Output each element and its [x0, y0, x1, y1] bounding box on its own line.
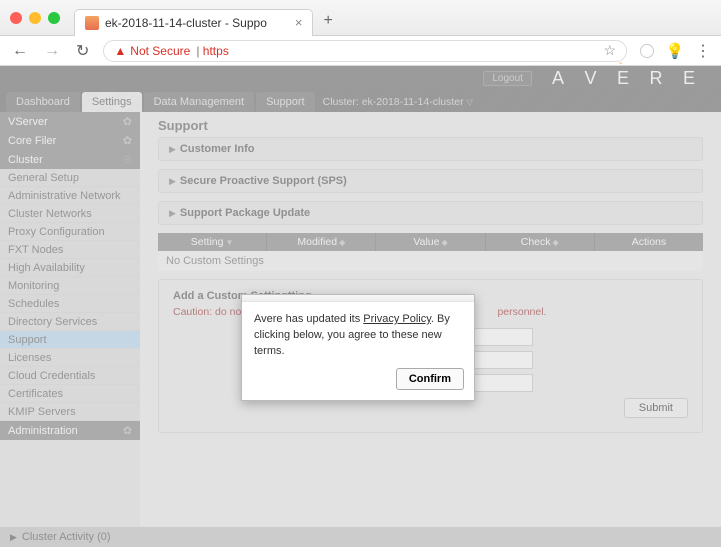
modal-header: [242, 295, 474, 302]
bookmark-star-icon[interactable]: ☆: [603, 42, 616, 59]
back-button[interactable]: ←: [10, 40, 30, 62]
favicon: [85, 16, 99, 30]
not-secure-label: Not Secure: [130, 44, 190, 58]
browser-tab[interactable]: ek-2018-11-14-cluster - Suppo ×: [74, 9, 313, 36]
maximize-window[interactable]: [48, 12, 60, 24]
warning-icon: ▲: [114, 44, 126, 58]
new-tab-button[interactable]: +: [323, 12, 332, 30]
reload-button[interactable]: ↻: [74, 39, 91, 63]
minimize-window[interactable]: [29, 12, 41, 24]
forward-button[interactable]: →: [42, 40, 62, 62]
tab-title: ek-2018-11-14-cluster - Suppo: [105, 16, 267, 30]
window-chrome: ek-2018-11-14-cluster - Suppo × +: [0, 0, 721, 36]
menu-dots-icon[interactable]: ⋮: [695, 43, 711, 59]
privacy-modal: Avere has updated its Privacy Policy. By…: [241, 294, 475, 401]
confirm-button[interactable]: Confirm: [396, 368, 464, 390]
privacy-policy-link[interactable]: Privacy Policy: [363, 313, 431, 325]
address-bar: ← → ↻ ▲ Not Secure | https ☆ 💡 ⋮: [0, 36, 721, 66]
url-field[interactable]: ▲ Not Secure | https ☆: [103, 40, 627, 62]
url-scheme: https: [203, 44, 229, 58]
close-window[interactable]: [10, 12, 22, 24]
app-viewport: Logout A V E R E Dashboard Settings Data…: [0, 66, 721, 547]
traffic-lights: [10, 12, 60, 24]
extension-icon[interactable]: [639, 43, 655, 59]
close-tab-icon[interactable]: ×: [295, 15, 303, 30]
lightbulb-icon[interactable]: 💡: [667, 43, 683, 59]
user-icon: [640, 44, 654, 58]
modal-body: Avere has updated its Privacy Policy. By…: [242, 302, 474, 368]
